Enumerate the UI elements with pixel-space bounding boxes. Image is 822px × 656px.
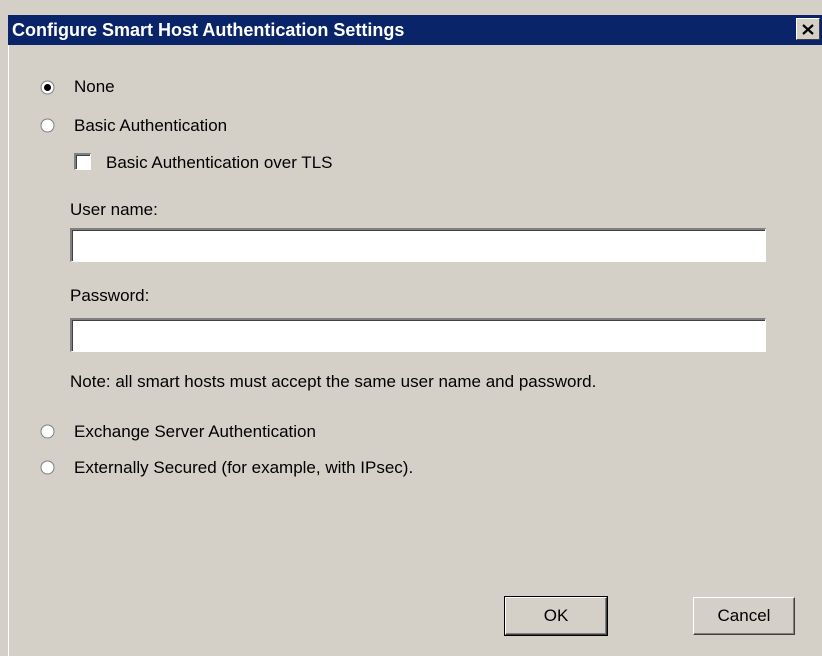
basic-tls-checkbox[interactable]: [74, 153, 91, 170]
cancel-button[interactable]: Cancel: [693, 597, 795, 635]
dialog-title: Configure Smart Host Authentication Sett…: [12, 20, 405, 40]
username-label: User name:: [70, 200, 158, 219]
title-bar[interactable]: Configure Smart Host Authentication Sett…: [8, 15, 822, 45]
password-input[interactable]: [70, 318, 766, 352]
radio-none-label[interactable]: None: [74, 77, 115, 97]
username-input[interactable]: [70, 228, 766, 262]
radio-basic-authentication-label[interactable]: Basic Authentication: [74, 116, 227, 136]
radio-basic-authentication[interactable]: [40, 118, 55, 133]
note-text: Note: all smart hosts must accept the sa…: [70, 372, 597, 391]
window-border: [8, 45, 9, 656]
password-label: Password:: [70, 286, 150, 305]
dialog-window: Configure Smart Host Authentication Sett…: [0, 0, 822, 656]
radio-exchange-server-authentication-label[interactable]: Exchange Server Authentication: [74, 422, 316, 442]
ok-button[interactable]: OK: [504, 596, 608, 636]
close-icon: [802, 23, 814, 35]
close-button[interactable]: [796, 18, 820, 40]
basic-tls-label[interactable]: Basic Authentication over TLS: [106, 153, 333, 173]
radio-exchange-server-authentication[interactable]: [40, 424, 55, 439]
radio-none[interactable]: [40, 80, 55, 95]
radio-externally-secured-label[interactable]: Externally Secured (for example, with IP…: [74, 458, 413, 478]
radio-externally-secured[interactable]: [40, 460, 55, 475]
